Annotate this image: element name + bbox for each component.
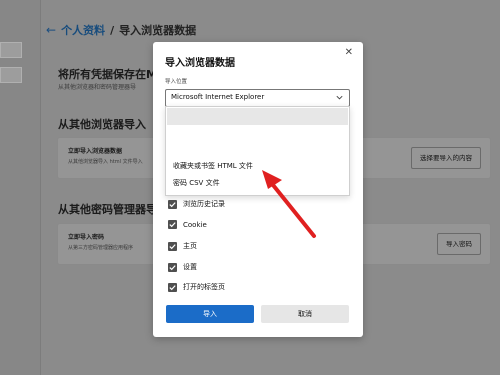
checkbox-checked-icon[interactable] — [168, 241, 177, 251]
checkbox-label: 浏览历史记录 — [183, 200, 225, 208]
section-subtitle-save: 从其他浏览器和密码管理器导 — [58, 84, 137, 91]
import-button[interactable]: 导入 — [166, 305, 254, 323]
selected-value: Microsoft Internet Explorer — [171, 93, 265, 101]
checkbox-open-tabs[interactable]: 打开的标签页 — [168, 282, 225, 292]
card-subtitle: 从第三方密码管理器应用程序 — [68, 245, 134, 251]
checkbox-checked-icon[interactable] — [168, 262, 177, 272]
sidebar-item[interactable] — [0, 67, 22, 83]
checkbox-homepage[interactable]: 主页 — [168, 241, 197, 251]
card-title: 立即导入浏览器数据 — [68, 148, 123, 155]
import-password-button[interactable]: 导入密码 — [437, 233, 481, 255]
location-label: 导入位置 — [165, 79, 188, 85]
breadcrumb-separator: / — [110, 23, 115, 37]
chevron-down-icon — [336, 95, 343, 100]
sidebar-item[interactable] — [0, 42, 22, 58]
checkbox-label: 打开的标签页 — [183, 283, 225, 291]
checkbox-checked-icon[interactable] — [168, 220, 177, 229]
dropdown-option-blank[interactable] — [167, 108, 348, 125]
breadcrumb-parent[interactable]: 个人资料 — [61, 22, 105, 38]
section-title-password: 从其他密码管理器导 — [58, 203, 157, 216]
checkbox-checked-icon[interactable] — [168, 199, 177, 209]
dropdown-option-csv[interactable]: 密码 CSV 文件 — [173, 178, 220, 188]
close-icon[interactable]: ✕ — [345, 47, 353, 58]
card-title: 立即导入密码 — [68, 234, 105, 241]
dropdown-list: 收藏夹或书签 HTML 文件 密码 CSV 文件 — [165, 106, 350, 196]
sidebar — [0, 0, 41, 375]
breadcrumb: ← 个人资料 / 导入浏览器数据 — [46, 22, 196, 38]
page-title: 导入浏览器数据 — [119, 24, 197, 37]
checkbox-settings[interactable]: 设置 — [168, 262, 197, 272]
section-title-browser: 从其他浏览器导入 — [58, 118, 146, 131]
import-location-select[interactable]: Microsoft Internet Explorer — [165, 89, 350, 107]
checkbox-checked-icon[interactable] — [168, 282, 177, 292]
checkbox-history[interactable]: 浏览历史记录 — [168, 199, 225, 209]
checkbox-label: Cookie — [183, 220, 207, 229]
section-title-save: 将所有凭据保存在M — [58, 68, 157, 81]
choose-import-button[interactable]: 选择要导入的内容 — [411, 147, 481, 169]
dialog-title: 导入浏览器数据 — [165, 58, 235, 69]
checkbox-label: 主页 — [183, 242, 197, 250]
card-subtitle: 从其他浏览器导入 html 文件导入 — [68, 159, 143, 165]
cancel-button[interactable]: 取消 — [261, 305, 349, 323]
dropdown-option-html[interactable]: 收藏夹或书签 HTML 文件 — [173, 161, 253, 171]
back-arrow-icon[interactable]: ← — [46, 23, 56, 37]
checkbox-label: 设置 — [183, 263, 197, 271]
checkbox-cookie[interactable]: Cookie — [168, 220, 207, 229]
